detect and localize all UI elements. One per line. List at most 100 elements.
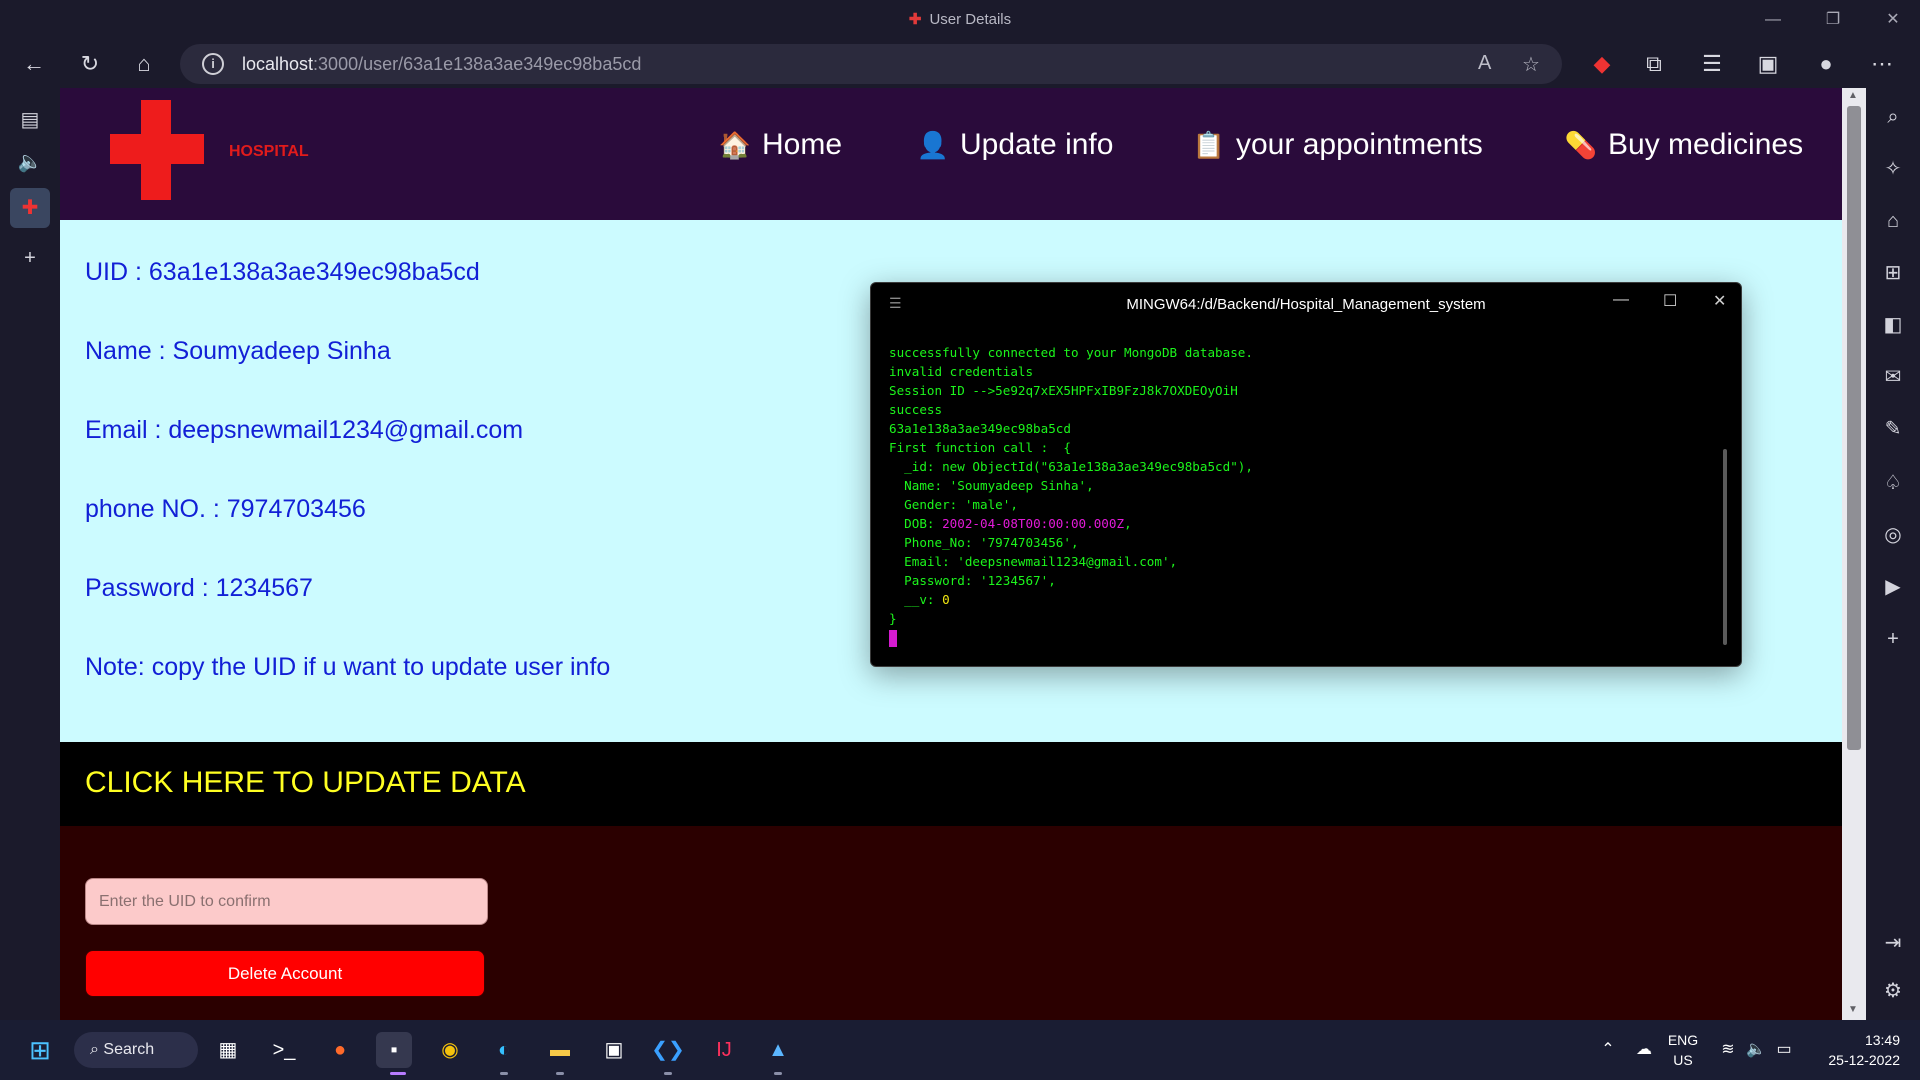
v-value: 0: [942, 592, 950, 607]
windows-taskbar: ⊞ ⌕ Search ▦ >_ ● ▪ ◉ ◐ ▬ ▣ ❮❯ IJ ▲ ⌃ ☁ …: [0, 1020, 1920, 1080]
name-text: Name : Soumyadeep Sinha: [85, 337, 391, 365]
windows-start-icon[interactable]: ⊞: [22, 1032, 58, 1068]
edge-icon[interactable]: ◐: [486, 1032, 522, 1068]
office-icon[interactable]: ◧: [1876, 308, 1910, 342]
page-scrollbar[interactable]: ▲ ▼: [1842, 88, 1866, 1020]
address-bar[interactable]: i localhost:3000/user/63a1e138a3ae349ec9…: [180, 44, 1562, 84]
phone-text: phone NO. : 7974703456: [85, 495, 366, 523]
nav-home-label: Home: [762, 128, 843, 161]
site-info-icon[interactable]: i: [202, 53, 224, 75]
file-explorer-icon[interactable]: ▬: [542, 1032, 578, 1068]
running-indicator: [664, 1072, 672, 1075]
restore-button[interactable]: ❐: [1818, 8, 1848, 32]
browser-title-bar: ✚ User Details — ❐ ✕: [0, 0, 1920, 40]
nav-update-info[interactable]: 👤 Update info: [916, 128, 1114, 162]
ublock-extension-icon[interactable]: ◆: [1584, 48, 1620, 80]
system-clock[interactable]: 13:49 25-12-2022: [1810, 1030, 1900, 1070]
password-text: Password : 1234567: [85, 574, 313, 602]
drop-icon[interactable]: ✎: [1876, 412, 1910, 446]
settings-gear-icon[interactable]: ⚙: [1876, 974, 1910, 1008]
delete-account-button[interactable]: Delete Account: [85, 950, 485, 997]
terminal-line: Name: 'Soumyadeep Sinha',: [889, 478, 1094, 493]
chrome-icon[interactable]: ◉: [432, 1032, 468, 1068]
terminal-line: Gender: 'male',: [889, 497, 1018, 512]
terminal-output[interactable]: successfully connected to your MongoDB d…: [889, 343, 1709, 647]
photos-icon[interactable]: ▲: [760, 1032, 796, 1068]
update-data-banner[interactable]: CLICK HERE TO UPDATE DATA: [60, 742, 1842, 826]
window-title-text: User Details: [929, 11, 1012, 28]
copilot-icon[interactable]: ✧: [1876, 152, 1910, 186]
add-favorite-icon[interactable]: ☆: [1522, 52, 1540, 77]
youtube-icon[interactable]: ▶: [1876, 570, 1910, 604]
hospital-logo-icon[interactable]: [110, 100, 204, 200]
scroll-up-icon[interactable]: ▲: [1848, 90, 1858, 101]
minimize-button[interactable]: —: [1758, 8, 1788, 32]
uid-confirm-input[interactable]: [85, 878, 488, 925]
house-icon: 🏠: [718, 130, 752, 160]
vscode-icon[interactable]: ❮❯: [650, 1032, 686, 1068]
tab-actions-icon[interactable]: ▤: [10, 100, 50, 140]
extensions-icon[interactable]: ⧉: [1636, 48, 1672, 80]
bell-icon[interactable]: ♤: [1876, 466, 1910, 500]
favorites-icon[interactable]: ☰: [1694, 48, 1730, 80]
read-aloud-icon[interactable]: A: [1478, 52, 1491, 75]
update-data-link[interactable]: CLICK HERE TO UPDATE DATA: [85, 766, 526, 800]
taskbar-search-label: Search: [103, 1041, 155, 1058]
terminal-line: DOB: 2002-04-08T00:00:00.000Z,: [889, 514, 1709, 533]
clipboard-icon: 📋: [1192, 130, 1226, 160]
running-indicator: [556, 1072, 564, 1075]
chevron-up-icon[interactable]: ⌃: [1590, 1032, 1626, 1068]
profile-avatar[interactable]: ●: [1808, 48, 1844, 80]
terminal-line: Phone_No: '7974703456',: [889, 535, 1079, 550]
microsoft-store-icon[interactable]: ▣: [596, 1032, 632, 1068]
uid-text: UID : 63a1e138a3ae349ec98ba5cd: [85, 258, 480, 286]
tools-icon[interactable]: ⊞: [1876, 256, 1910, 290]
terminal-line: __v: 0: [889, 590, 1709, 609]
nav-home[interactable]: 🏠 Home: [718, 128, 842, 162]
terminal-line: invalid credentials: [889, 364, 1034, 379]
home-icon[interactable]: ⌂: [126, 48, 162, 80]
audio-tab-icon[interactable]: 🔈: [10, 142, 50, 182]
more-menu-icon[interactable]: ⋯: [1864, 48, 1900, 80]
scrollbar-thumb[interactable]: [1847, 106, 1861, 750]
sidebar-search-icon[interactable]: ⌕: [1876, 100, 1910, 134]
active-tab-hospital-icon[interactable]: ✚: [10, 188, 50, 228]
language-indicator[interactable]: ENG US: [1666, 1030, 1700, 1070]
lang-bottom: US: [1673, 1052, 1693, 1068]
nav-buy-medicines-label: Buy medicines: [1608, 128, 1804, 161]
intellij-icon[interactable]: IJ: [706, 1032, 742, 1068]
search-icon: ⌕: [90, 1041, 104, 1058]
sidebar-add-icon[interactable]: +: [1876, 622, 1910, 656]
collections-icon[interactable]: ▣: [1750, 48, 1786, 80]
edge-sidebar: ⌕ ✧ ⌂ ⊞ ◧ ✉ ✎ ♤ ◎ ▶ + ⇥ ⚙: [1866, 88, 1920, 1020]
whatsapp-icon[interactable]: ◎: [1876, 518, 1910, 552]
outlook-icon[interactable]: ✉: [1876, 360, 1910, 394]
running-indicator: [774, 1072, 782, 1075]
browser-toolbar: ← ↻ ⌂ i localhost:3000/user/63a1e138a3ae…: [0, 40, 1920, 88]
cloud-drive-icon[interactable]: ☁: [1626, 1032, 1662, 1068]
terminal-window[interactable]: ☰ MINGW64:/d/Backend/Hospital_Management…: [870, 282, 1742, 667]
terminal-close-button[interactable]: ✕: [1713, 291, 1726, 311]
new-tab-icon[interactable]: +: [10, 238, 50, 278]
postman-icon[interactable]: ●: [322, 1032, 358, 1068]
terminal-title-bar[interactable]: ☰ MINGW64:/d/Backend/Hospital_Management…: [871, 283, 1741, 323]
calculator-icon[interactable]: ▦: [210, 1032, 246, 1068]
refresh-icon[interactable]: ↻: [72, 48, 108, 80]
shopping-tag-icon[interactable]: ⌂: [1876, 204, 1910, 238]
sidebar-collapse-icon[interactable]: ⇥: [1876, 926, 1910, 960]
terminal-app-icon[interactable]: >_: [266, 1032, 302, 1068]
close-button[interactable]: ✕: [1878, 8, 1908, 32]
nav-appointments[interactable]: 📋 your appointments: [1192, 128, 1483, 162]
taskbar-search[interactable]: ⌕ Search: [74, 1032, 198, 1068]
nav-buy-medicines[interactable]: 💊 Buy medicines: [1564, 128, 1803, 162]
terminal-scrollbar[interactable]: [1723, 449, 1727, 645]
back-icon[interactable]: ←: [16, 48, 52, 80]
url-text[interactable]: localhost:3000/user/63a1e138a3ae349ec98b…: [242, 54, 641, 75]
git-bash-icon[interactable]: ▪: [376, 1032, 412, 1068]
dob-key: DOB:: [889, 516, 943, 531]
terminal-minimize-button[interactable]: —: [1613, 291, 1629, 309]
terminal-maximize-button[interactable]: ☐: [1663, 291, 1677, 311]
user-icon: 👤: [916, 130, 950, 160]
scroll-down-icon[interactable]: ▼: [1848, 1004, 1858, 1015]
battery-icon[interactable]: ▭: [1766, 1032, 1802, 1068]
